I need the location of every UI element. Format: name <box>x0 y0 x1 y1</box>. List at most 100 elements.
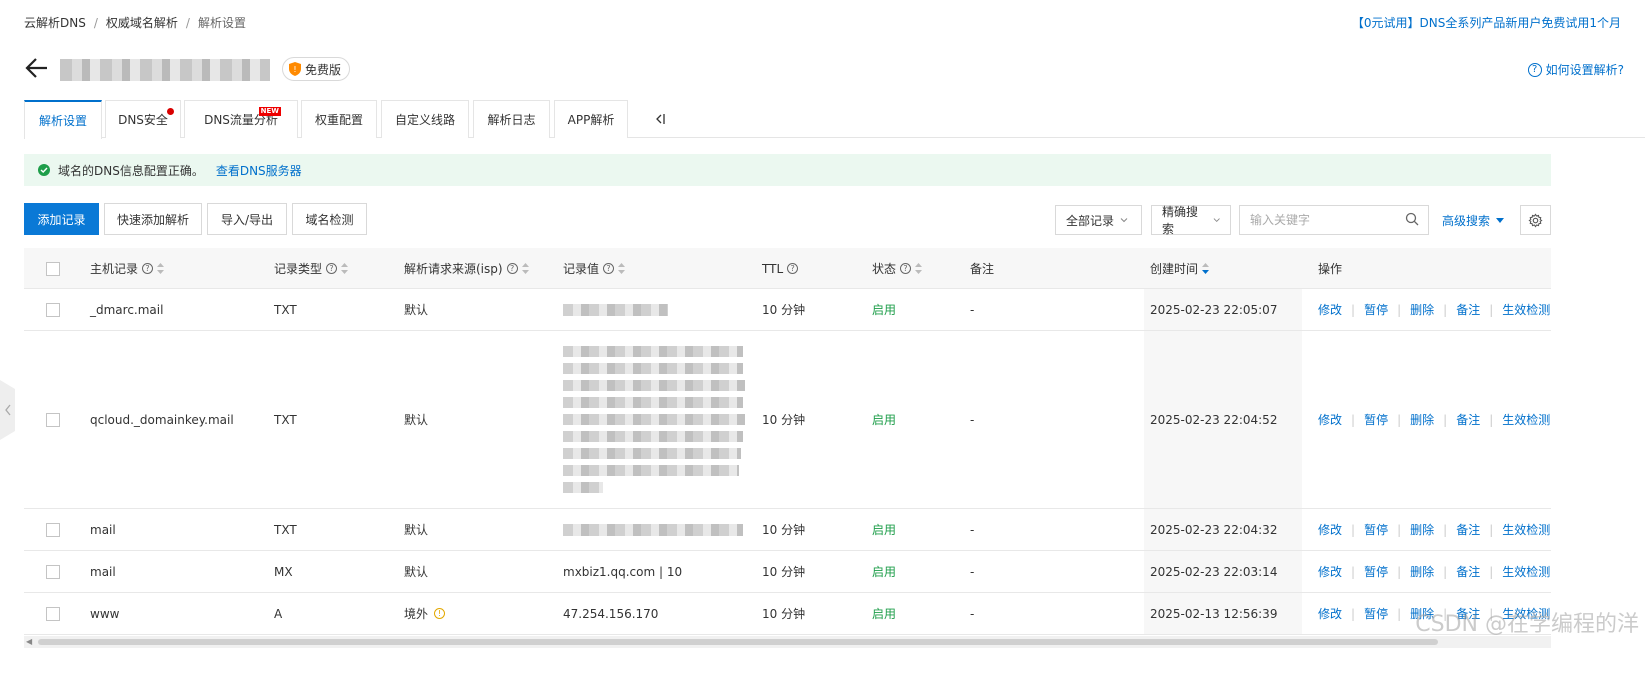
table-row: mail TXT 默认 10 分钟 启用 - 2025-02-23 22:04:… <box>24 509 1551 551</box>
column-value[interactable]: 记录值 ? <box>563 248 626 289</box>
delete-link[interactable]: 删除 <box>1410 301 1434 318</box>
question-icon[interactable]: ? <box>326 263 338 274</box>
edit-link[interactable]: 修改 <box>1318 411 1342 428</box>
edit-link[interactable]: 修改 <box>1318 521 1342 538</box>
records-table: 主机记录 ? 记录类型 ? 解析请求来源(isp) ? 记录值 ? TTL ? … <box>24 248 1551 635</box>
cell-created: 2025-02-13 12:56:39 <box>1150 606 1278 621</box>
domain-check-button[interactable]: 域名检测 <box>292 203 367 235</box>
column-isp[interactable]: 解析请求来源(isp) ? <box>404 248 529 289</box>
check-effect-link[interactable]: 生效检测 <box>1502 563 1550 580</box>
back-arrow-icon[interactable] <box>24 55 50 81</box>
remark-link[interactable]: 备注 <box>1456 521 1480 538</box>
tab-custom-line[interactable]: 自定义线路 <box>381 100 469 138</box>
add-record-button[interactable]: 添加记录 <box>24 203 99 235</box>
sort-icon[interactable] <box>341 263 349 274</box>
sort-icon[interactable] <box>157 263 165 274</box>
plan-badge[interactable]: ! 免费版 <box>282 57 351 81</box>
redacted-value <box>563 523 743 536</box>
sort-icon[interactable] <box>618 263 626 274</box>
tab-dns-security[interactable]: DNS安全 <box>105 100 181 138</box>
cell-type: TXT <box>274 302 297 317</box>
import-export-button[interactable]: 导入/导出 <box>207 203 287 235</box>
question-icon[interactable]: ? <box>603 263 615 274</box>
question-icon[interactable]: ? <box>900 263 912 274</box>
sort-icon[interactable] <box>915 263 923 274</box>
table-row: _dmarc.mail TXT 默认 10 分钟 启用 - 2025-02-23… <box>24 289 1551 331</box>
cell-created: 2025-02-23 22:03:14 <box>1150 564 1278 579</box>
table-row: mail MX 默认 mxbiz1.qq.com | 10 10 分钟 启用 -… <box>24 551 1551 593</box>
breadcrumb-item-authoritative[interactable]: 权威域名解析 <box>106 16 178 30</box>
remark-link[interactable]: 备注 <box>1456 563 1480 580</box>
notification-dot <box>167 108 174 115</box>
sidebar-expand-handle[interactable] <box>0 380 15 440</box>
check-effect-link[interactable]: 生效检测 <box>1502 411 1550 428</box>
scrollbar-thumb[interactable] <box>38 639 1438 645</box>
cell-ttl: 10 分钟 <box>762 523 806 537</box>
tab-dns-traffic[interactable]: DNS流量分析 NEW <box>184 100 298 138</box>
delete-link[interactable]: 删除 <box>1410 563 1434 580</box>
question-circle-icon: ? <box>1527 62 1542 77</box>
tab-weight-config[interactable]: 权重配置 <box>301 100 377 138</box>
pause-link[interactable]: 暂停 <box>1364 605 1388 622</box>
redacted-value <box>563 303 668 316</box>
help-link[interactable]: ? 如何设置解析? <box>1527 61 1624 78</box>
tab-bar: 解析设置 DNS安全 DNS流量分析 NEW 权重配置 自定义线路 解析日志 AP… <box>24 100 1645 139</box>
remark-link[interactable]: 备注 <box>1456 301 1480 318</box>
question-icon[interactable]: ? <box>787 263 799 274</box>
cell-remark: - <box>970 522 975 537</box>
check-effect-link[interactable]: 生效检测 <box>1502 301 1550 318</box>
pause-link[interactable]: 暂停 <box>1364 411 1388 428</box>
delete-link[interactable]: 删除 <box>1410 411 1434 428</box>
quick-add-button[interactable]: 快速添加解析 <box>104 203 202 235</box>
match-mode-value: 精确搜索 <box>1162 205 1199 236</box>
question-icon[interactable]: ? <box>142 263 154 274</box>
search-icon[interactable] <box>1405 212 1419 226</box>
cell-status: 启用 <box>872 607 897 621</box>
watermark: CSDN @在学编程的洋 <box>1415 612 1639 637</box>
view-dns-servers-link[interactable]: 查看DNS服务器 <box>216 162 302 179</box>
cell-isp: 境外 <box>404 607 429 621</box>
breadcrumb-item-dns[interactable]: 云解析DNS <box>24 16 86 30</box>
promo-link[interactable]: 【0元试用】DNS全系列产品新用户免费试用1个月 <box>1352 14 1621 31</box>
column-host[interactable]: 主机记录 ? <box>90 248 165 289</box>
column-label: 操作 <box>1318 262 1343 276</box>
gear-icon <box>1528 213 1543 227</box>
question-icon[interactable]: ? <box>506 263 518 274</box>
edit-link[interactable]: 修改 <box>1318 563 1342 580</box>
settings-button[interactable] <box>1520 205 1551 235</box>
table-row: www A 境外 ! 47.254.156.170 10 分钟 启用 - 202… <box>24 593 1551 635</box>
select-all-checkbox[interactable] <box>46 261 60 276</box>
horizontal-scrollbar[interactable]: ◀ <box>24 636 1551 648</box>
row-checkbox[interactable] <box>46 412 60 427</box>
record-filter-select[interactable]: 全部记录 <box>1055 205 1142 235</box>
edit-link[interactable]: 修改 <box>1318 605 1342 622</box>
sort-desc-icon[interactable] <box>1202 263 1210 274</box>
remark-link[interactable]: 备注 <box>1456 411 1480 428</box>
scroll-left-icon[interactable]: ◀ <box>26 637 32 646</box>
pause-link[interactable]: 暂停 <box>1364 563 1388 580</box>
check-effect-link[interactable]: 生效检测 <box>1502 521 1550 538</box>
row-checkbox[interactable] <box>46 606 60 621</box>
caret-down-icon <box>1496 218 1505 223</box>
match-mode-select[interactable]: 精确搜索 <box>1151 205 1231 236</box>
column-label: 记录值 <box>563 262 600 276</box>
tab-app-resolve[interactable]: APP解析 <box>554 100 628 138</box>
tab-resolve-settings[interactable]: 解析设置 <box>24 100 102 139</box>
row-checkbox[interactable] <box>46 564 60 579</box>
delete-link[interactable]: 删除 <box>1410 521 1434 538</box>
sort-icon[interactable] <box>521 263 529 274</box>
info-icon[interactable]: ! <box>434 608 446 619</box>
pause-link[interactable]: 暂停 <box>1364 301 1388 318</box>
row-checkbox[interactable] <box>46 302 60 317</box>
keyword-search-input[interactable] <box>1239 205 1429 235</box>
advanced-search-toggle[interactable]: 高级搜索 <box>1442 212 1505 229</box>
column-status[interactable]: 状态 ? <box>872 248 923 289</box>
advanced-search-label: 高级搜索 <box>1442 214 1491 228</box>
pause-link[interactable]: 暂停 <box>1364 521 1388 538</box>
column-created[interactable]: 创建时间 <box>1150 248 1210 289</box>
column-type[interactable]: 记录类型 ? <box>274 248 349 289</box>
edit-link[interactable]: 修改 <box>1318 301 1342 318</box>
collapse-left-icon[interactable] <box>654 112 668 126</box>
tab-resolve-log[interactable]: 解析日志 <box>473 100 550 138</box>
row-checkbox[interactable] <box>46 522 60 537</box>
